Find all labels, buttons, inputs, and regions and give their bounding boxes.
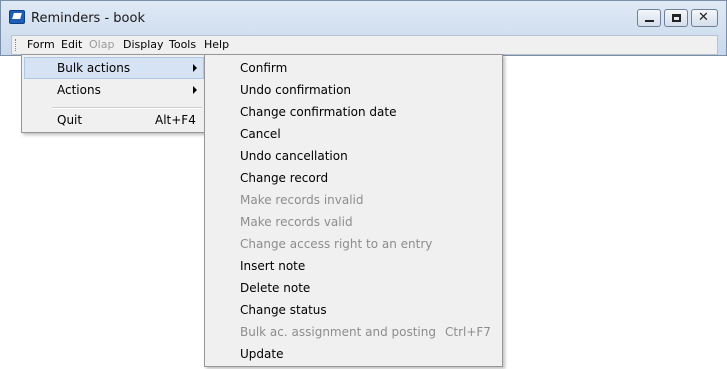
submenu-arrow-icon [193,64,197,72]
bulk-actions-submenu: Confirm Undo confirmation Change confirm… [204,54,503,367]
menu-item-label: Bulk actions [57,61,131,75]
menu-item-bulk-actions[interactable]: Bulk actions [24,57,204,79]
menu-item-cancel[interactable]: Cancel [207,124,501,146]
menu-item-make-records-invalid[interactable]: Make records invalid [207,190,501,212]
menu-help[interactable]: Help [204,38,229,52]
menu-item-insert-note[interactable]: Insert note [207,256,501,278]
menu-item-label: Update [240,347,284,361]
menu-item-label: Delete note [240,281,311,295]
menu-item-bulk-ac-assignment[interactable]: Bulk ac. assignment and posting Ctrl+F7 [207,322,501,344]
app-icon[interactable] [9,10,25,24]
toolbar-grip-icon[interactable] [15,39,18,51]
menu-item-change-record[interactable]: Change record [207,168,501,190]
close-icon: ✕ [698,10,709,25]
menu-bar: Form Edit Olap Display Tools Help [11,35,718,55]
menu-item-change-status[interactable]: Change status [207,300,501,322]
menu-item-change-access-right[interactable]: Change access right to an entry [207,234,501,256]
menu-form[interactable]: Form [27,38,55,52]
menu-item-label: Undo confirmation [240,83,352,97]
menu-item-update[interactable]: Update [207,344,501,366]
menu-item-label: Cancel [240,127,281,141]
menu-item-change-confirmation-date[interactable]: Change confirmation date [207,102,501,124]
menu-item-label: Make records valid [240,215,353,229]
title-bar[interactable]: Reminders - book ✕ [1,1,726,34]
menu-item-label: Actions [57,83,101,97]
maximize-icon [672,14,681,22]
menu-item-make-records-valid[interactable]: Make records valid [207,212,501,234]
menu-item-label: Change access right to an entry [240,237,433,251]
menu-item-label: Change confirmation date [240,105,397,119]
menu-tools[interactable]: Tools [169,38,196,52]
menu-item-label: Confirm [240,61,288,75]
menu-edit[interactable]: Edit [61,38,82,52]
minimize-icon [645,20,654,22]
form-menu: Bulk actions Actions Quit Alt+F4 [21,54,205,133]
menu-item-quit[interactable]: Quit Alt+F4 [24,109,204,131]
maximize-button[interactable] [664,9,688,27]
window-controls: ✕ [634,9,718,28]
menu-display[interactable]: Display [123,38,164,52]
menu-item-label: Bulk ac. assignment and posting [240,325,436,339]
menu-item-actions[interactable]: Actions [24,79,204,101]
menu-item-label: Quit [57,113,83,127]
menu-item-label: Change record [240,171,329,185]
menu-item-label: Make records invalid [240,193,364,207]
menu-item-undo-cancellation[interactable]: Undo cancellation [207,146,501,168]
menu-item-undo-confirmation[interactable]: Undo confirmation [207,80,501,102]
submenu-arrow-icon [193,86,197,94]
window-title: Reminders - book [31,11,145,26]
minimize-button[interactable] [637,9,661,27]
menu-item-label: Change status [240,303,327,317]
menu-olap[interactable]: Olap [89,38,114,52]
menu-item-label: Insert note [240,259,306,273]
menu-item-shortcut: Ctrl+F7 [445,325,491,339]
menu-item-shortcut: Alt+F4 [155,113,196,127]
close-button[interactable]: ✕ [691,9,718,27]
menu-item-label: Undo cancellation [240,149,348,163]
menu-item-confirm[interactable]: Confirm [207,58,501,80]
app-window: Reminders - book ✕ Form Edit Olap Displa… [0,0,727,56]
menu-item-delete-note[interactable]: Delete note [207,278,501,300]
